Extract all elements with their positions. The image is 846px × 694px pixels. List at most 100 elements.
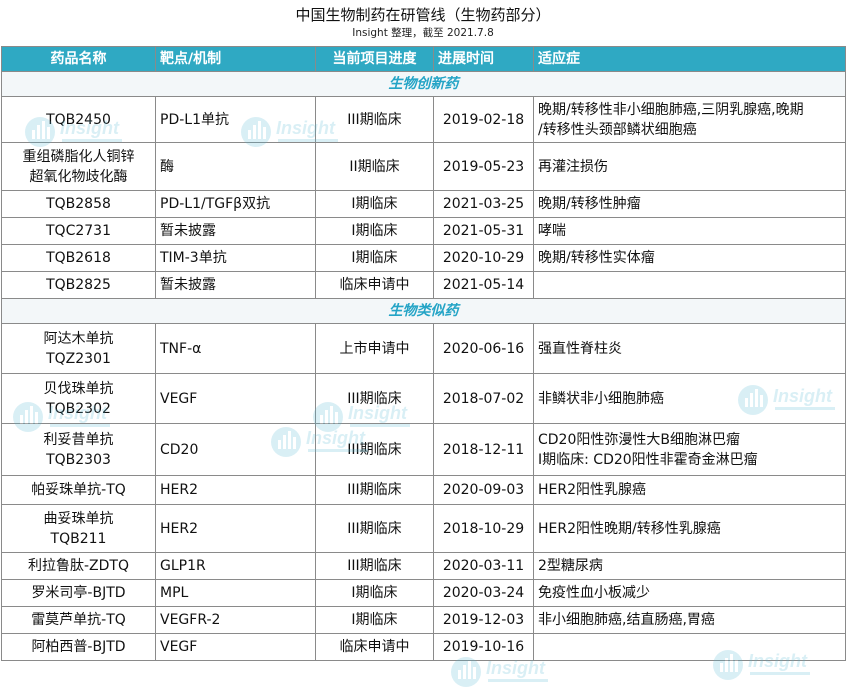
date-cell-line: 2018-12-11	[442, 441, 525, 458]
section-label: 生物类似药	[1, 298, 846, 324]
date-cell-line: 2019-05-23	[442, 158, 525, 175]
drug-name-cell: TQB2450	[1, 96, 156, 143]
target-cell-line: 酶	[160, 158, 174, 175]
drug-name-cell-line: 利妥昔单抗	[43, 431, 114, 448]
header-drug-name: 药品名称	[1, 46, 156, 72]
indication-cell: 非小细胞肺癌,结直肠癌,胃癌	[533, 606, 846, 634]
target-cell-line: 暂未披露	[160, 223, 216, 239]
table-row: TQB2618 TIM-3单抗 I期临床 2020-10-29 晚期/转移性实体瘤	[1, 244, 846, 272]
target-cell-line: VEGF	[160, 390, 198, 407]
table-row: 贝伐珠单抗 TQB2302 VEGF III期临床 2018-07-02 非鳞状非小细胞肺…	[1, 373, 846, 424]
drug-name-cell-line: 阿达木单抗	[43, 330, 114, 347]
date-cell-line: 2019-10-16	[442, 639, 525, 655]
drug-name-cell-line: TQB2858	[46, 196, 111, 212]
header-target: 靶点/机制	[155, 46, 316, 72]
target-cell: PD-L1单抗	[155, 96, 316, 143]
drug-name-cell: TQC2731	[1, 217, 156, 245]
target-cell: HER2	[155, 504, 316, 553]
drug-name-cell-line: 重组磷脂化人铜锌	[22, 148, 135, 165]
stage-cell-line: III期临床	[347, 390, 402, 407]
date-cell: 2019-02-18	[433, 96, 534, 143]
target-cell: GLP1R	[155, 552, 316, 580]
table-row: 帕妥珠单抗-TQ HER2 III期临床 2020-09-03 HER2阳性乳腺癌	[1, 475, 846, 505]
target-cell: CD20	[155, 423, 316, 476]
table-row: TQB2825 暂未披露 临床申请中 2021-05-14	[1, 271, 846, 299]
date-cell: 2018-07-02	[433, 373, 534, 424]
stage-cell: 上市申请中	[315, 323, 434, 374]
indication-cell-line: 免疫性血小板减少	[538, 585, 650, 601]
drug-name-cell-line: 贝伐珠单抗	[43, 380, 114, 397]
pipeline-table: 药品名称 靶点/机制 当前项目进度 进展时间 适应症 生物创新药 TQB2450 P…	[1, 46, 846, 661]
table-row: TQC2731 暂未披露 I期临床 2021-05-31 哮喘	[1, 217, 846, 245]
stage-cell: III期临床	[315, 475, 434, 505]
indication-cell: 免疫性血小板减少	[533, 579, 846, 607]
date-cell: 2019-12-03	[433, 606, 534, 634]
date-cell: 2018-12-11	[433, 423, 534, 476]
target-cell: TNF-α	[155, 323, 316, 374]
indication-cell-line: HER2阳性乳腺癌	[538, 482, 647, 498]
date-cell: 2020-06-16	[433, 323, 534, 374]
date-cell: 2020-10-29	[433, 244, 534, 272]
target-cell-line: CD20	[160, 441, 199, 458]
target-cell-line: TIM-3单抗	[160, 250, 227, 266]
date-cell-line: 2021-05-31	[442, 223, 525, 239]
target-cell: PD-L1/TGFβ双抗	[155, 190, 316, 218]
drug-name-cell-line: TQZ2301	[46, 350, 111, 367]
date-cell: 2019-05-23	[433, 142, 534, 191]
stage-cell-line: III期临床	[347, 520, 402, 537]
drug-name-cell: 利妥昔单抗 TQB2303	[1, 423, 156, 476]
table-row: TQB2450 PD-L1单抗 III期临床 2019-02-18 晚期/转移性非小细胞…	[1, 96, 846, 143]
date-cell-line: 2020-06-16	[442, 340, 525, 357]
indication-cell: 强直性脊柱炎	[533, 323, 846, 374]
target-cell-line: MPL	[160, 585, 189, 601]
stage-cell-line: II期临床	[349, 158, 400, 175]
table-header-row: 药品名称 靶点/机制 当前项目进度 进展时间 适应症	[1, 46, 846, 72]
date-cell-line: 2020-03-11	[442, 558, 525, 574]
stage-cell: 临床申请中	[315, 633, 434, 661]
table-row: 曲妥珠单抗 TQB211 HER2 III期临床 2018-10-29 HER2阳性晚期/…	[1, 504, 846, 553]
drug-name-cell-line: 阿柏西普-BJTD	[31, 639, 126, 655]
indication-cell-line: CD20阳性弥漫性大B细胞淋巴瘤	[538, 431, 740, 448]
table-row: 阿达木单抗 TQZ2301 TNF-α 上市申请中 2020-06-16 强直性脊柱炎	[1, 323, 846, 374]
date-cell-line: 2018-07-02	[442, 390, 525, 407]
drug-name-cell: 曲妥珠单抗 TQB211	[1, 504, 156, 553]
stage-cell: III期临床	[315, 423, 434, 476]
stage-cell: 临床申请中	[315, 271, 434, 299]
target-cell: VEGF	[155, 633, 316, 661]
table-row: 利拉鲁肽-ZDTQ GLP1R III期临床 2020-03-11 2型糖尿病	[1, 552, 846, 580]
table-row: TQB2858 PD-L1/TGFβ双抗 I期临床 2021-03-25 晚期/转移性肿…	[1, 190, 846, 218]
stage-cell-line: I期临床	[351, 250, 398, 266]
date-cell: 2021-05-14	[433, 271, 534, 299]
drug-name-cell-line: 利拉鲁肽-ZDTQ	[28, 558, 129, 574]
date-cell: 2021-03-25	[433, 190, 534, 218]
drug-name-cell-line: 超氧化物歧化酶	[29, 168, 128, 185]
stage-cell: III期临床	[315, 96, 434, 143]
indication-cell-line: 非小细胞肺癌,结直肠癌,胃癌	[538, 612, 715, 628]
target-cell: VEGF	[155, 373, 316, 424]
table-row: 罗米司亭-BJTD MPL I期临床 2020-03-24 免疫性血小板减少	[1, 579, 846, 607]
target-cell-line: GLP1R	[160, 558, 206, 574]
indication-cell-line: 强直性脊柱炎	[538, 340, 622, 357]
header-date: 进展时间	[433, 46, 534, 72]
drug-name-cell-line: TQB2825	[46, 277, 111, 293]
page-title: 中国生物制药在研管线（生物药部分）	[295, 6, 551, 24]
drug-name-cell: 利拉鲁肽-ZDTQ	[1, 552, 156, 580]
stage-cell: I期临床	[315, 244, 434, 272]
indication-cell: 非鳞状非小细胞肺癌	[533, 373, 846, 424]
indication-cell	[533, 271, 846, 299]
stage-cell-line: III期临床	[347, 558, 402, 574]
drug-name-cell-line: TQC2731	[46, 223, 111, 239]
indication-cell-line: /转移性头颈部鳞状细胞癌	[538, 121, 697, 138]
indication-cell-line: 晚期/转移性实体瘤	[538, 250, 655, 266]
section-row: 生物创新药	[1, 71, 846, 97]
indication-cell: CD20阳性弥漫性大B细胞淋巴瘤 I期临床: CD20阳性非霍奇金淋巴瘤	[533, 423, 846, 476]
drug-name-cell-line: TQB2302	[46, 400, 111, 417]
date-cell: 2020-03-11	[433, 552, 534, 580]
stage-cell: I期临床	[315, 217, 434, 245]
date-cell-line: 2021-05-14	[442, 277, 525, 293]
date-cell-line: 2021-03-25	[442, 196, 525, 212]
drug-name-cell-line: TQB2303	[46, 451, 111, 468]
indication-cell-line: 晚期/转移性非小细胞肺癌,三阴乳腺癌,晚期	[538, 101, 804, 118]
target-cell: 酶	[155, 142, 316, 191]
drug-name-cell-line: 罗米司亭-BJTD	[31, 585, 126, 601]
